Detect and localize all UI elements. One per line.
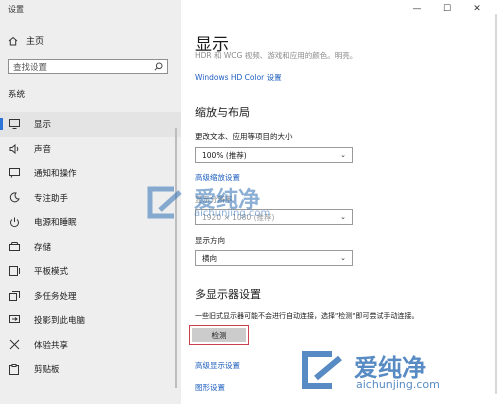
main-scrollbar[interactable] xyxy=(495,14,497,394)
monitor-icon xyxy=(8,118,20,130)
tablet-icon xyxy=(8,265,20,277)
orientation-label: 显示方向 xyxy=(195,236,225,245)
text-size-value: 100% (推荐) xyxy=(202,150,247,160)
maximize-button[interactable]: ☐ xyxy=(432,2,462,16)
sidebar-item-storage[interactable]: 存储 xyxy=(0,235,181,260)
sidebar-item-display[interactable]: 显示 xyxy=(0,112,181,137)
sidebar-item-label: 平板模式 xyxy=(34,267,69,278)
orientation-dropdown[interactable]: 横向 ⌄ xyxy=(195,250,353,266)
close-button[interactable]: ✕ xyxy=(462,2,492,16)
moon-icon xyxy=(8,192,20,204)
chevron-down-icon: ⌄ xyxy=(340,254,346,262)
sidebar-nav: 显示 声音 通知和操作 专注助手 电源和睡眠 存储 平板模式 多任务处理 投影到… xyxy=(0,112,181,382)
section-label: 系统 xyxy=(8,90,26,100)
multi-display-heading: 多显示器设置 xyxy=(195,288,261,301)
notification-icon xyxy=(8,167,20,179)
chevron-down-icon: ⌄ xyxy=(340,213,346,221)
storage-icon xyxy=(8,241,20,253)
detect-button-highlight: 检测 xyxy=(189,325,249,345)
home-icon xyxy=(8,36,18,45)
sidebar-item-label: 通知和操作 xyxy=(34,169,77,180)
sidebar-item-label: 存储 xyxy=(34,242,52,253)
search-input[interactable]: 查找设置 xyxy=(8,59,168,74)
watermark-url: aichunjing.com xyxy=(356,378,440,391)
sidebar-item-shared-experiences[interactable]: 体验共享 xyxy=(0,333,181,358)
sidebar-item-clipboard[interactable]: 剪贴板 xyxy=(0,357,181,382)
chevron-down-icon: ⌄ xyxy=(340,151,346,159)
scale-layout-heading: 缩放与布局 xyxy=(195,106,250,119)
project-icon xyxy=(8,314,20,326)
minimize-button[interactable]: — xyxy=(402,2,432,16)
home-label: 主页 xyxy=(26,37,45,47)
sidebar-scrollbar[interactable] xyxy=(175,128,177,388)
watermark-logo-icon xyxy=(302,351,342,389)
text-size-dropdown[interactable]: 100% (推荐) ⌄ xyxy=(195,147,353,163)
sidebar-item-tablet-mode[interactable]: 平板模式 xyxy=(0,259,181,284)
watermark-logo-icon xyxy=(147,186,182,219)
detect-button[interactable]: 检测 xyxy=(192,328,246,342)
app-title: 设置 xyxy=(8,5,24,14)
sidebar-item-label: 显示 xyxy=(34,120,52,131)
sidebar-item-label: 声音 xyxy=(34,144,52,155)
search-icon xyxy=(154,62,163,71)
hd-color-settings-link[interactable]: Windows HD Color 设置 xyxy=(195,72,282,83)
watermark-url: aichunjing.com xyxy=(194,208,271,219)
sidebar-item-label: 体验共享 xyxy=(34,340,69,351)
speaker-icon xyxy=(8,143,20,155)
sidebar-item-label: 专注助手 xyxy=(34,193,69,204)
sidebar-item-label: 多任务处理 xyxy=(34,291,77,302)
display-description: HDR 和 WCG 视频、游戏和应用的颜色。明亮。 xyxy=(195,51,358,60)
sidebar-item-multitasking[interactable]: 多任务处理 xyxy=(0,284,181,309)
sidebar-item-sound[interactable]: 声音 xyxy=(0,137,181,162)
sidebar-item-notifications[interactable]: 通知和操作 xyxy=(0,161,181,186)
multi-display-info: 一些旧式显示器可能不会进行自动连接，选择"检测"即可尝试手动连接。 xyxy=(195,312,419,320)
multitask-icon xyxy=(8,290,20,302)
home-nav-item[interactable]: 主页 xyxy=(8,34,44,47)
search-placeholder: 查找设置 xyxy=(13,62,48,73)
window-controls: — ☐ ✕ xyxy=(402,2,492,16)
advanced-display-settings-link[interactable]: 高级显示设置 xyxy=(195,360,240,371)
sidebar-item-label: 剪贴板 xyxy=(34,365,60,376)
orientation-value: 横向 xyxy=(202,253,217,263)
clipboard-icon xyxy=(8,363,20,375)
power-icon xyxy=(8,216,20,228)
sidebar-item-label: 投影到此电脑 xyxy=(34,316,86,327)
sidebar-item-label: 电源和睡眠 xyxy=(34,218,77,229)
share-icon xyxy=(8,339,20,351)
sidebar-item-project[interactable]: 投影到此电脑 xyxy=(0,308,181,333)
text-size-label: 更改文本、应用等项目的大小 xyxy=(195,132,293,141)
graphics-settings-link[interactable]: 图形设置 xyxy=(195,382,225,393)
